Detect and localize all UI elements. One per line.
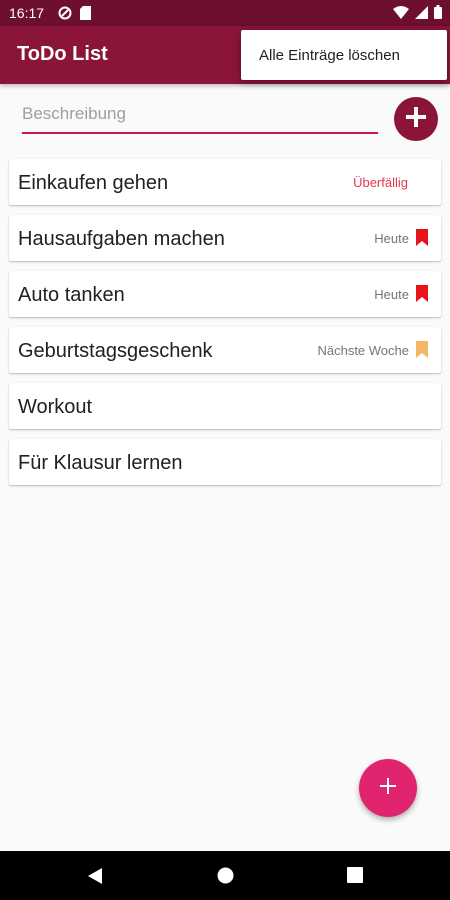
sd-card-icon — [80, 6, 91, 25]
task-title: Geburtstagsgeschenk — [18, 340, 213, 362]
task-item[interactable]: Geburtstagsgeschenk Nächste Woche — [9, 327, 441, 373]
home-icon[interactable] — [217, 867, 234, 889]
task-title: Hausaufgaben machen — [18, 228, 225, 250]
data-saver-icon — [58, 6, 72, 25]
task-title: Workout — [18, 396, 93, 418]
battery-icon — [434, 5, 442, 24]
task-list: Einkaufen gehen Überfällig Hausaufgaben … — [9, 159, 441, 495]
task-title: Auto tanken — [18, 284, 125, 306]
due-label: Heute — [374, 231, 409, 246]
back-icon[interactable] — [87, 867, 103, 890]
task-item[interactable]: Auto tanken Heute — [9, 271, 441, 317]
task-item[interactable]: Für Klausur lernen — [9, 439, 441, 485]
due-label: Nächste Woche — [317, 343, 409, 358]
app-title: ToDo List — [17, 43, 108, 65]
status-bar: 16:17 — [0, 0, 450, 26]
add-task-button[interactable] — [394, 97, 438, 141]
bookmark-icon — [416, 285, 428, 307]
task-item[interactable]: Workout — [9, 383, 441, 429]
task-title: Für Klausur lernen — [18, 452, 183, 474]
plus-icon — [405, 106, 427, 133]
navigation-bar — [0, 851, 450, 900]
recents-icon[interactable] — [347, 867, 363, 888]
clear-all-menu-item[interactable]: Alle Einträge löschen — [259, 47, 400, 64]
task-title: Einkaufen gehen — [18, 172, 169, 194]
task-item[interactable]: Hausaufgaben machen Heute — [9, 215, 441, 261]
add-fab[interactable] — [359, 759, 417, 817]
status-time: 16:17 — [9, 5, 45, 21]
task-item[interactable]: Einkaufen gehen Überfällig — [9, 159, 441, 205]
description-input-row — [22, 96, 378, 134]
bookmark-icon — [416, 229, 428, 251]
overflow-menu: Alle Einträge löschen — [241, 30, 447, 80]
bookmark-icon — [416, 341, 428, 363]
plus-icon — [379, 777, 397, 800]
description-input[interactable] — [22, 96, 378, 134]
wifi-icon — [393, 5, 409, 24]
due-label: Heute — [374, 287, 409, 302]
signal-icon — [415, 5, 428, 24]
due-label: Überfällig — [353, 175, 408, 190]
